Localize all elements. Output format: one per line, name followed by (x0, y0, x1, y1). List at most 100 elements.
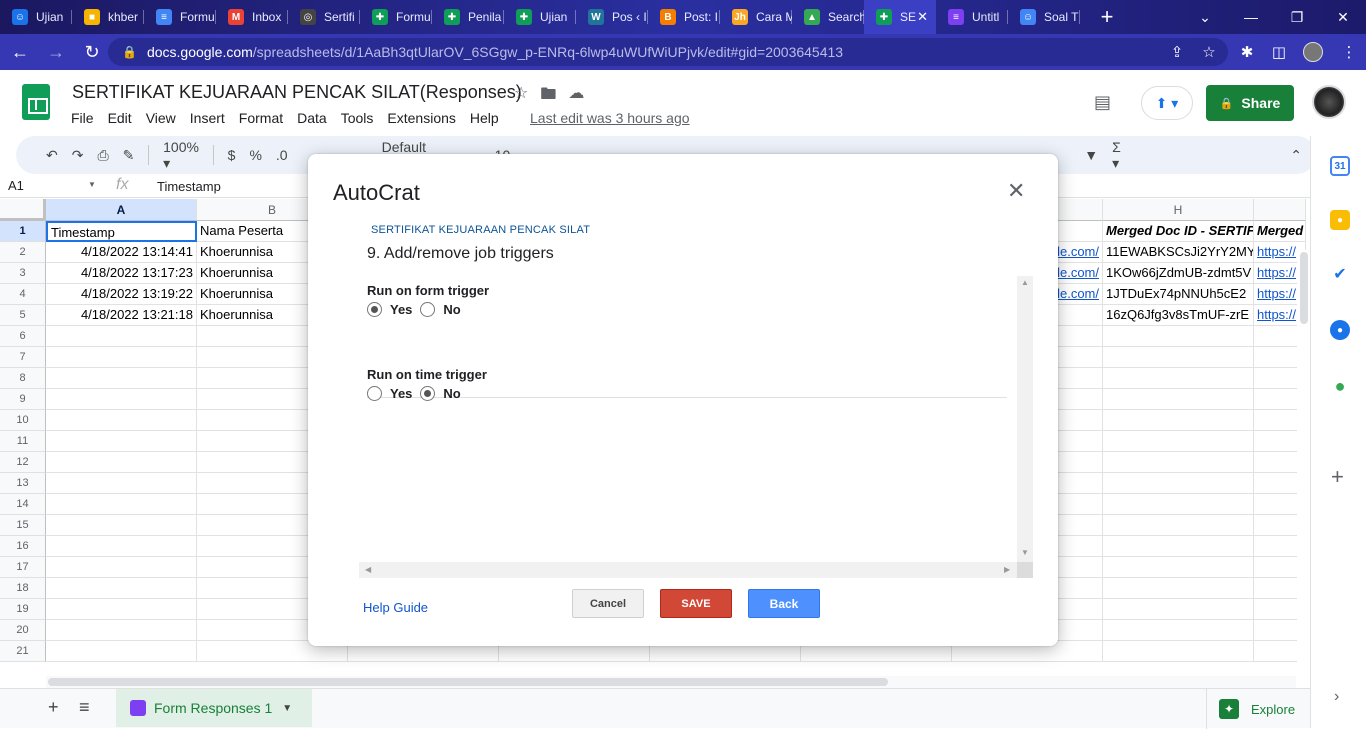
browser-tab[interactable]: M Inbox (216, 0, 288, 34)
row-header[interactable]: 16 (0, 536, 46, 557)
grid-cell[interactable] (46, 494, 197, 515)
grid-cell[interactable] (1103, 620, 1254, 641)
forward-arrow-icon[interactable]: → (40, 36, 72, 68)
form-trigger-no-label[interactable]: No (443, 302, 460, 317)
grid-cell[interactable] (46, 368, 197, 389)
browser-menu-icon[interactable]: ⋮ (1334, 36, 1364, 68)
time-trigger-no-radio[interactable] (420, 386, 436, 401)
grid-cell[interactable] (46, 410, 197, 431)
grid-cell[interactable] (1103, 431, 1254, 452)
zoom-select[interactable]: 100% ▾ (163, 139, 199, 172)
keep-icon[interactable]: ● (1330, 210, 1350, 230)
row-header[interactable]: 5 (0, 305, 46, 326)
last-edit-link[interactable]: Last edit was 3 hours ago (530, 110, 690, 126)
grid-cell[interactable] (46, 557, 197, 578)
cancel-button[interactable]: Cancel (572, 589, 644, 618)
tasks-icon[interactable]: ✔ (1330, 264, 1350, 284)
share-page-icon[interactable]: ⇪ (1162, 36, 1192, 68)
name-box-caret-icon[interactable]: ▼ (88, 180, 96, 189)
functions-icon[interactable]: Σ ▾ (1112, 139, 1126, 172)
browser-tab[interactable]: W Pos ‹ I (576, 0, 648, 34)
contacts-icon[interactable]: ● (1330, 320, 1350, 340)
time-trigger-yes-radio[interactable] (367, 386, 382, 401)
dialog-horizontal-scrollbar[interactable]: ◀ ▶ (359, 562, 1017, 578)
restore-icon[interactable]: ❐ (1274, 0, 1320, 34)
table-cell[interactable]: 1JTDuEx74pNNUh5cE2 (1103, 284, 1254, 305)
browser-tab[interactable]: ▲ Search (792, 0, 864, 34)
grid-cell[interactable] (46, 578, 197, 599)
row-header[interactable]: 21 (0, 641, 46, 662)
dialog-vertical-scrollbar[interactable]: ▲ ▼ (1017, 276, 1033, 562)
menu-item[interactable]: Help (463, 108, 506, 128)
print-icon[interactable]: ⎙ (97, 147, 108, 164)
profile-avatar[interactable] (1298, 36, 1328, 68)
minimize-icon[interactable]: — (1228, 0, 1274, 34)
horizontal-scroll-thumb[interactable] (48, 678, 888, 686)
form-trigger-yes-label[interactable]: Yes (390, 302, 412, 317)
name-box[interactable]: A1 (8, 178, 24, 193)
menu-item[interactable]: Data (290, 108, 334, 128)
grid-cell[interactable] (46, 641, 197, 662)
grid-cell[interactable] (1103, 536, 1254, 557)
close-window-icon[interactable]: ✕ (1320, 0, 1366, 34)
time-trigger-no-label[interactable]: No (443, 386, 460, 401)
cell-h1[interactable]: Merged Doc ID - SERTIFIKAT (1103, 221, 1254, 242)
row-header[interactable]: 13 (0, 473, 46, 494)
add-sheet-icon[interactable]: + (48, 697, 59, 718)
decimal-decrease-button[interactable]: .0 (276, 147, 288, 163)
browser-tab[interactable]: ✚ Ujian (504, 0, 576, 34)
row-header[interactable]: 12 (0, 452, 46, 473)
browser-tab[interactable]: ☺ Soal T (1008, 0, 1080, 34)
grid-cell[interactable] (1103, 494, 1254, 515)
sheet-tab-caret-icon[interactable]: ▼ (282, 703, 292, 714)
browser-tab[interactable]: ☺ Ujian (0, 0, 72, 34)
grid-cell[interactable] (1103, 641, 1254, 662)
menu-item[interactable]: Extensions (380, 108, 462, 128)
formula-input[interactable]: Timestamp (157, 179, 221, 194)
star-icon[interactable]: ☆ (514, 83, 528, 110)
all-sheets-icon[interactable]: ≡ (79, 697, 90, 718)
paint-format-icon[interactable]: ✎ (123, 147, 135, 164)
move-folder-icon[interactable]: 🖿 (540, 83, 556, 110)
menu-item[interactable]: Tools (334, 108, 381, 128)
grid-cell[interactable] (1103, 410, 1254, 431)
scroll-up-icon[interactable]: ▲ (1021, 278, 1029, 287)
grid-cell[interactable] (1103, 515, 1254, 536)
side-panel-icon[interactable]: ◫ (1264, 36, 1294, 68)
row-header[interactable]: 10 (0, 410, 46, 431)
grid-cell[interactable] (46, 389, 197, 410)
row-header[interactable]: 17 (0, 557, 46, 578)
row-header[interactable]: 15 (0, 515, 46, 536)
grid-cell[interactable] (1103, 578, 1254, 599)
reload-icon[interactable]: ↻ (76, 36, 108, 68)
browser-tab[interactable]: Jh Cara M (720, 0, 792, 34)
collapse-toolbar-icon[interactable]: ⌃ (1290, 147, 1302, 164)
save-button[interactable]: SAVE (660, 589, 732, 618)
grid-cell[interactable] (1103, 599, 1254, 620)
table-cell[interactable]: 4/18/2022 13:14:41 (46, 242, 197, 263)
row-header[interactable]: 11 (0, 431, 46, 452)
percent-format-button[interactable]: % (249, 147, 261, 163)
scroll-right-icon[interactable]: ▶ (1004, 565, 1010, 574)
cell-i1[interactable]: Merged Doc (1254, 221, 1306, 242)
row-header[interactable]: 9 (0, 389, 46, 410)
present-button[interactable]: ⬆ ▾ (1141, 86, 1193, 120)
grid-cell[interactable] (46, 536, 197, 557)
grid-cell[interactable] (46, 515, 197, 536)
grid-cell[interactable] (1103, 473, 1254, 494)
row-header[interactable]: 14 (0, 494, 46, 515)
table-cell[interactable]: 16zQ6Jfg3v8sTmUF-zrE (1103, 305, 1254, 326)
explore-button[interactable]: ✦ Explore (1206, 689, 1306, 729)
redo-icon[interactable]: ↷ (72, 147, 84, 164)
form-trigger-no-radio[interactable] (420, 302, 436, 317)
menu-item[interactable]: Format (232, 108, 290, 128)
sheets-logo-icon[interactable] (22, 84, 50, 120)
browser-tab[interactable]: ✚ SE ✕ (864, 0, 936, 34)
menu-item[interactable]: Insert (183, 108, 232, 128)
calendar-icon[interactable]: 31 (1330, 156, 1350, 176)
extensions-icon[interactable]: ✱ (1232, 36, 1262, 68)
scroll-down-icon[interactable]: ▼ (1021, 548, 1029, 557)
grid-cell[interactable] (46, 599, 197, 620)
table-cell[interactable]: 4/18/2022 13:21:18 (46, 305, 197, 326)
undo-icon[interactable]: ↶ (46, 147, 58, 164)
